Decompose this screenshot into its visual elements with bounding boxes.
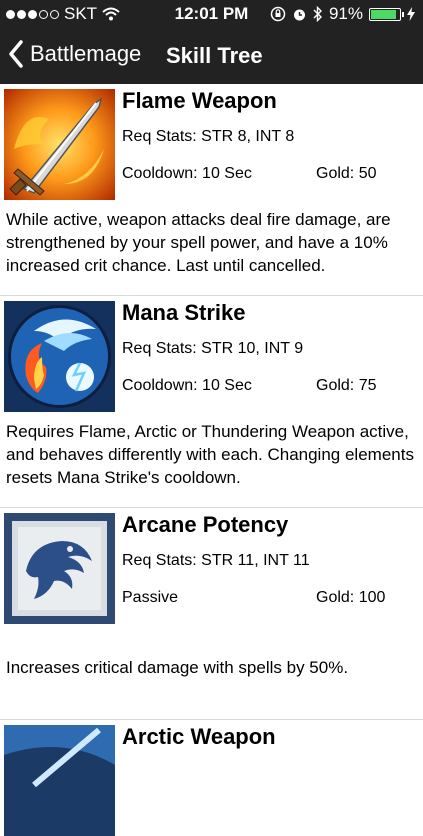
navigation-bar: Battlemage Skill Tree xyxy=(0,30,423,84)
skill-req-stats: Req Stats: STR 8, INT 8 xyxy=(122,128,295,145)
skill-gold-cost: Gold: 50 xyxy=(316,165,377,182)
skill-type-passive: Passive xyxy=(122,589,179,606)
skill-row-arcane-potency[interactable]: Arcane Potency Req Stats: STR 11, INT 11… xyxy=(0,508,423,720)
page-title: Skill Tree xyxy=(166,43,263,68)
rotation-lock-icon xyxy=(270,6,286,22)
skill-gold-cost: Gold: 100 xyxy=(316,589,386,606)
skill-name: Flame Weapon xyxy=(122,88,277,113)
skill-row-arctic-weapon[interactable]: Arctic Weapon xyxy=(0,720,423,836)
skill-cooldown: Cooldown: 10 Sec xyxy=(122,165,252,182)
skill-row-mana-strike[interactable]: Mana Strike Req Stats: STR 10, INT 9 Coo… xyxy=(0,296,423,508)
back-button[interactable]: Battlemage xyxy=(8,40,141,68)
skill-name: Mana Strike xyxy=(122,300,246,325)
bluetooth-icon xyxy=(313,6,322,22)
charging-icon xyxy=(407,7,415,21)
skill-name: Arcane Potency xyxy=(122,512,289,537)
skill-list: Flame Weapon Req Stats: STR 8, INT 8 Coo… xyxy=(0,84,423,836)
arcane-potency-icon xyxy=(4,513,115,624)
back-button-label: Battlemage xyxy=(30,41,142,66)
skill-cooldown: Cooldown: 10 Sec xyxy=(122,377,252,394)
skill-row-flame-weapon[interactable]: Flame Weapon Req Stats: STR 8, INT 8 Coo… xyxy=(0,84,423,296)
skill-req-stats: Req Stats: STR 10, INT 9 xyxy=(122,340,304,357)
flame-sword-icon xyxy=(4,89,115,200)
skill-description: Requires Flame, Arctic or Thundering Wea… xyxy=(6,422,414,487)
skill-description: While active, weapon attacks deal fire d… xyxy=(6,210,391,275)
chevron-left-icon xyxy=(9,40,23,68)
alarm-icon xyxy=(293,9,305,20)
skill-req-stats: Req Stats: STR 11, INT 11 xyxy=(122,552,310,569)
arctic-weapon-icon xyxy=(4,725,115,836)
skill-name: Arctic Weapon xyxy=(122,724,276,749)
skill-gold-cost: Gold: 75 xyxy=(316,377,377,394)
status-bar: SKT 12:01 PM 91% xyxy=(0,0,423,30)
battery-icon xyxy=(369,7,404,21)
skill-description: Increases critical damage with spells by… xyxy=(6,658,349,677)
battery-percent: 91% xyxy=(328,4,363,23)
mana-strike-icon xyxy=(4,301,115,412)
